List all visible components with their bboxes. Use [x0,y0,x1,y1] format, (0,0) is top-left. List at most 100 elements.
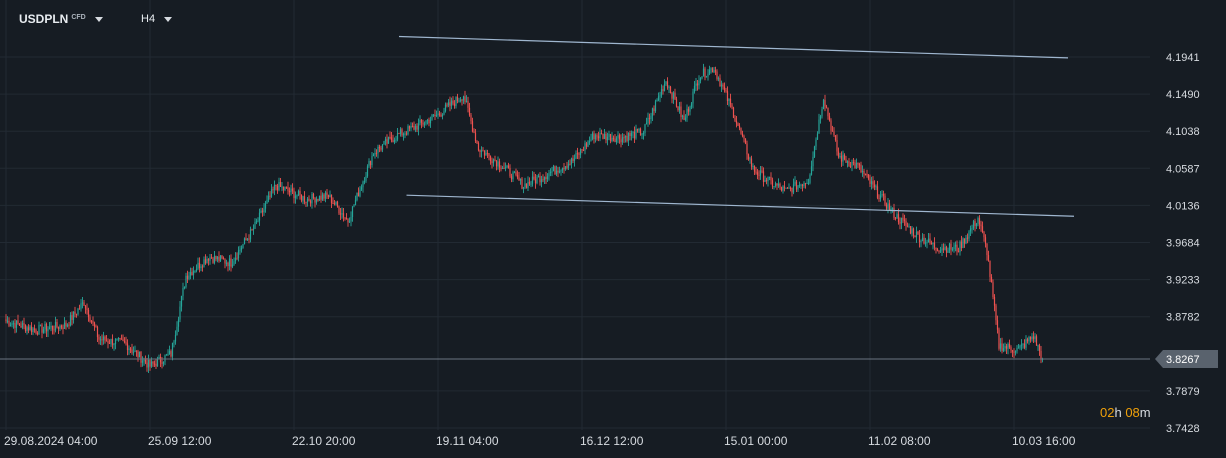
candle-body [126,343,129,351]
candle-body [801,184,804,187]
candle-body [806,182,808,184]
candle-body [338,206,340,214]
countdown-hours: 02 [1100,405,1115,420]
candle-body [812,156,814,167]
candle-body [818,119,820,134]
candle-body [470,115,472,122]
candle-body [497,161,499,167]
candle-body [225,262,228,264]
candle-body [728,98,730,102]
candle-body [704,68,706,78]
candle-body [21,323,24,328]
candle-body [600,132,603,134]
candle-body [575,153,577,159]
candle-body [386,139,388,144]
candle-body [701,76,703,79]
candle-body [375,152,378,154]
candle-body [164,355,166,362]
candle-body [273,184,276,190]
candle-body [789,187,792,189]
candle-body [336,201,339,207]
candle-body [786,187,789,189]
candle-body [242,244,244,249]
candle-body [492,159,495,164]
y-tick-label: 3.9233 [1166,275,1200,287]
candle-body [512,172,514,180]
candle-body [554,166,556,175]
candle-body [996,320,999,330]
candle-body [189,272,192,276]
candle-body [278,182,280,191]
candle-body [945,246,948,253]
candle-body [633,131,636,139]
candle-body [630,132,633,137]
candle-body [672,92,675,99]
candle-body [860,164,862,172]
candle-body [357,192,360,197]
candle-body [6,320,9,322]
symbol-selector[interactable]: USDPLN CFD [19,10,103,28]
candle-body [179,306,181,320]
candle-body [578,153,580,155]
candle-body [518,177,520,181]
candle-body [143,359,145,361]
candle-body [495,160,498,167]
candle-body [219,255,222,262]
candle-body [528,181,531,184]
candle-body [876,186,879,198]
candle-body [980,224,982,227]
candle-body [423,123,426,125]
candle-body [95,326,97,328]
candle-body [546,176,549,180]
candle-body [207,259,210,261]
candle-body [893,207,895,218]
price-chart[interactable]: 3.8267 4.1941 4.1490 4.1038 4.0587 4.0136 3.9… [0,0,1226,458]
chevron-down-icon [94,16,103,22]
candle-body [635,129,637,139]
candle-body [203,259,205,267]
candle-body [471,121,474,132]
candle-body [987,255,990,261]
candle-body [330,194,333,203]
candle-body [180,295,183,307]
candle-body [684,117,687,120]
candle-body [810,166,813,175]
candle-body [732,107,735,118]
candle-body [734,117,736,121]
candle-body [263,208,265,213]
candle-body [333,203,336,205]
candle-body [738,125,741,128]
candle-body [837,151,840,157]
candle-body [339,213,342,215]
candle-body [836,140,838,152]
candle-body [879,195,882,199]
candle-body [936,249,939,251]
candle-body [915,231,918,238]
candle-body [852,162,855,164]
candle-body [536,177,538,184]
candle-body [75,313,78,315]
candle-body [140,351,142,363]
candle-body [792,184,795,193]
candle-body [312,193,315,199]
candle-body [468,107,471,116]
candle-body [222,258,225,260]
candle-body [456,96,459,102]
candle-body [432,114,435,116]
candle-body [693,85,696,92]
candle-body [641,134,643,136]
candle-body [63,322,66,329]
candle-body [20,325,22,328]
candle-body [1004,346,1006,349]
candle-body [834,135,837,141]
candle-body [696,83,699,86]
candle-body [795,181,798,190]
candle-body [392,140,394,143]
candle-body [990,276,993,283]
candle-body [255,221,258,223]
candle-body [677,106,679,111]
candle-body [1040,350,1042,360]
candle-body [377,146,379,153]
timeframe-selector[interactable]: H4 [141,10,173,28]
candle-body [671,92,673,99]
